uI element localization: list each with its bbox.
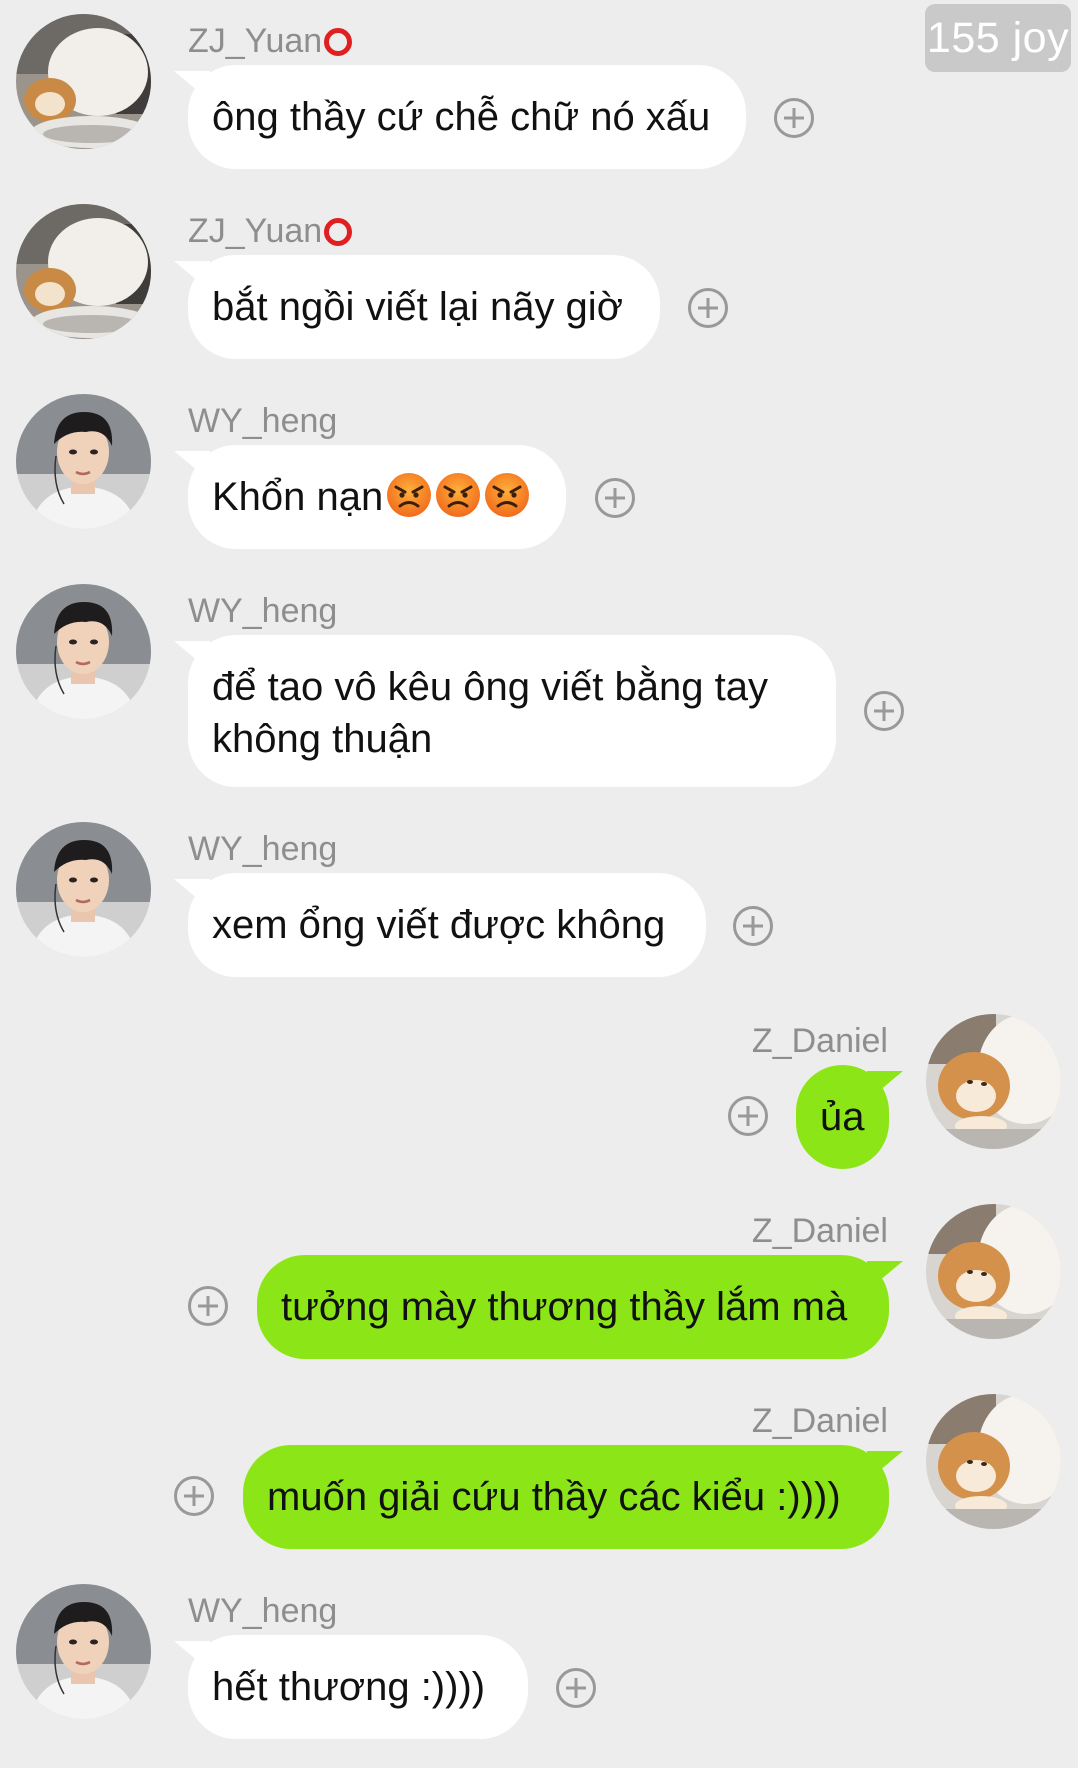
sender-name: WY_heng: [188, 830, 337, 869]
sender-name-text: WY_heng: [188, 592, 338, 630]
avatar[interactable]: [16, 204, 151, 339]
sender-name-text: ZJ_Yuan: [188, 22, 323, 60]
message-bubble[interactable]: ông thầy cứ chễ chữ nó xấu: [188, 65, 746, 169]
red-circle-icon: [324, 28, 353, 56]
avatar[interactable]: [16, 584, 151, 719]
sender-name: ZJ_Yuan: [188, 212, 353, 251]
add-reaction-icon[interactable]: [595, 478, 635, 518]
sender-name: WY_heng: [188, 592, 337, 631]
add-reaction-icon[interactable]: [733, 906, 773, 946]
message-bubble[interactable]: xem ổng viết được không: [188, 873, 706, 977]
message-bubble[interactable]: bắt ngồi viết lại nãy giờ: [188, 255, 660, 359]
avatar[interactable]: [16, 1584, 151, 1719]
avatar[interactable]: [16, 822, 151, 957]
message-bubble[interactable]: để tao vô kêu ông viết bằng tay không th…: [188, 635, 836, 787]
message-bubble[interactable]: Khổn nạn: [188, 445, 566, 549]
sender-name: WY_heng: [188, 1592, 337, 1631]
joy-badge[interactable]: 155 joy: [925, 4, 1071, 72]
add-reaction-icon[interactable]: [174, 1476, 214, 1516]
avatar[interactable]: [926, 1394, 1061, 1529]
red-circle-icon: [324, 218, 353, 246]
message-bubble[interactable]: hết thương :)))): [188, 1635, 528, 1739]
message-text: để tao vô kêu ông viết bằng tay không th…: [212, 665, 768, 761]
angry-face-icon: [435, 472, 481, 518]
angry-face-icon: [484, 472, 530, 518]
message-bubble[interactable]: tưởng mày thương thầy lắm mà: [257, 1255, 889, 1359]
add-reaction-icon[interactable]: [728, 1096, 768, 1136]
message-text: ủa: [820, 1095, 865, 1139]
sender-name-text: Z_Daniel: [751, 1212, 888, 1250]
message-bubble[interactable]: ủa: [796, 1065, 889, 1169]
sender-name: Z_Daniel: [752, 1022, 888, 1061]
add-reaction-icon[interactable]: [556, 1668, 596, 1708]
message-text: ông thầy cứ chễ chữ nó xấu: [212, 95, 711, 139]
message-text: muốn giải cứu thầy các kiểu :)))): [267, 1475, 841, 1519]
sender-name: Z_Daniel: [752, 1402, 888, 1441]
sender-name-text: WY_heng: [188, 830, 338, 868]
sender-name-text: Z_Daniel: [751, 1402, 888, 1440]
sender-name-text: ZJ_Yuan: [188, 212, 323, 250]
sender-name-text: WY_heng: [188, 402, 338, 440]
message-text: tưởng mày thương thầy lắm mà: [281, 1285, 848, 1329]
message-text: Khổn nạn: [212, 475, 384, 519]
sender-name-text: WY_heng: [188, 1592, 338, 1630]
message-text: bắt ngồi viết lại nãy giờ: [212, 285, 623, 329]
message-bubble[interactable]: muốn giải cứu thầy các kiểu :)))): [243, 1445, 889, 1549]
add-reaction-icon[interactable]: [188, 1286, 228, 1326]
avatar[interactable]: [16, 394, 151, 529]
add-reaction-icon[interactable]: [774, 98, 814, 138]
message-text: hết thương :)))): [212, 1665, 486, 1709]
add-reaction-icon[interactable]: [688, 288, 728, 328]
add-reaction-icon[interactable]: [864, 691, 904, 731]
sender-name: WY_heng: [188, 402, 337, 441]
sender-name: ZJ_Yuan: [188, 22, 353, 61]
sender-name: Z_Daniel: [752, 1212, 888, 1251]
angry-face-icon: [386, 472, 432, 518]
message-text: xem ổng viết được không: [212, 903, 666, 947]
avatar[interactable]: [16, 14, 151, 149]
avatar[interactable]: [926, 1204, 1061, 1339]
sender-name-text: Z_Daniel: [751, 1022, 888, 1060]
avatar[interactable]: [926, 1014, 1061, 1149]
